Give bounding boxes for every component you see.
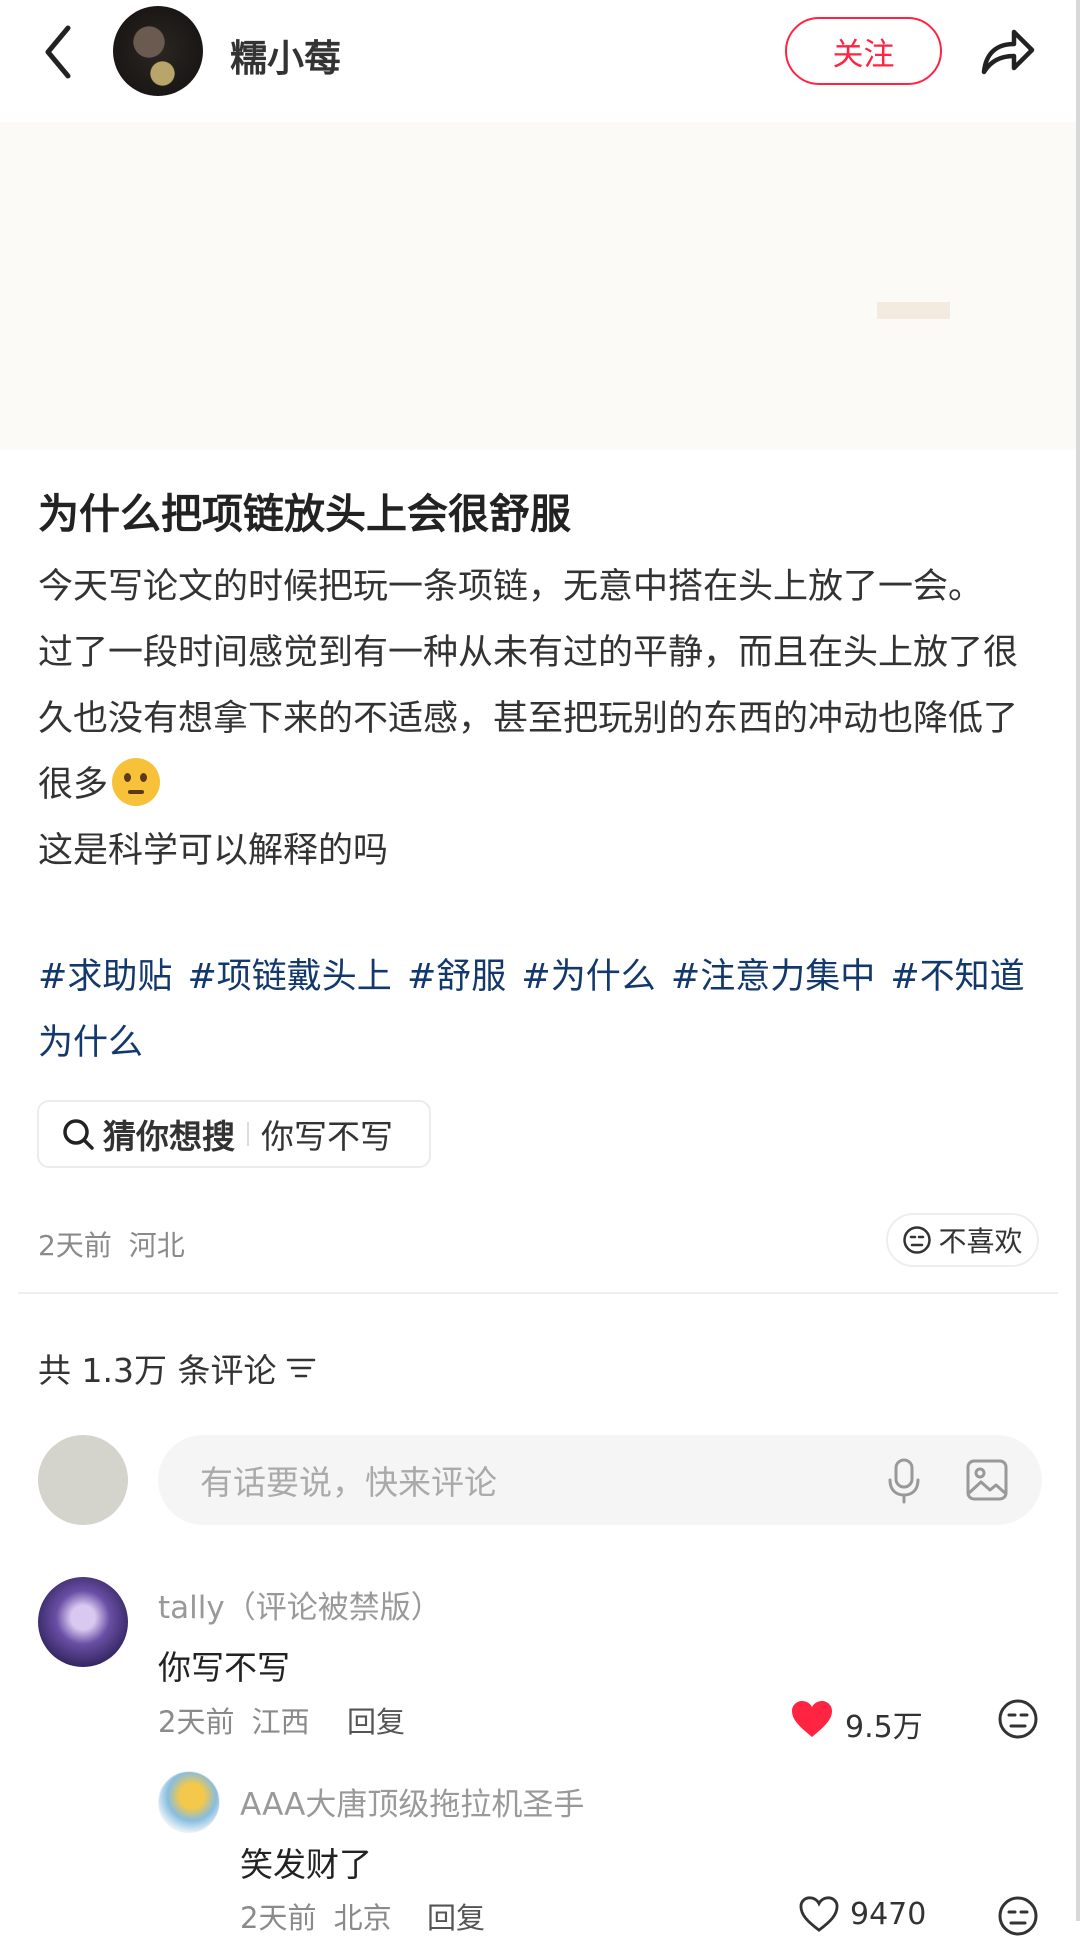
post-time: 2天前 — [38, 1229, 112, 1262]
hashtag[interactable]: #舒服 — [407, 957, 506, 997]
comment-count[interactable]: 共 1.3万 条评论 — [38, 1344, 316, 1392]
post-body: 今天写论文的时候把玩一条项链，无意中搭在头上放了一会。 过了一段时间感觉到有一种… — [38, 554, 1048, 884]
reply-button[interactable]: 回复 — [427, 1895, 485, 1937]
scrollbar[interactable] — [1076, 0, 1080, 1921]
author-name[interactable]: 糯小莓 — [230, 28, 341, 82]
image-icon[interactable] — [966, 1459, 1008, 1501]
comment-location: 江西 — [251, 1705, 310, 1739]
post-image[interactable] — [0, 122, 1076, 450]
reply-button[interactable]: 回复 — [347, 1699, 405, 1741]
dislike-label: 不喜欢 — [938, 1225, 1023, 1258]
dislike-face-icon — [903, 1226, 932, 1254]
post-location: 河北 — [128, 1229, 185, 1262]
hashtag[interactable]: #求助贴 — [38, 957, 172, 997]
hashtag[interactable]: #项链戴头上 — [187, 957, 391, 997]
comment-count-label: 共 1.3万 条评论 — [38, 1351, 277, 1390]
filter-icon — [287, 1358, 316, 1378]
chip-divider — [247, 1122, 249, 1146]
mic-icon[interactable] — [886, 1458, 922, 1504]
divider — [18, 1292, 1058, 1294]
back-icon[interactable] — [38, 22, 82, 82]
top-bar: 糯小莓 关注 — [0, 0, 1080, 120]
related-search-chip[interactable]: 猜你想搜 你写不写 — [37, 1100, 431, 1168]
heart-icon[interactable] — [790, 1699, 834, 1739]
post-paragraph: 这是科学可以解释的吗 — [38, 831, 389, 871]
post-paragraph: 过了一段时间感觉到有一种从未有过的平静，而且在头上放了很久也没有想拿下来的不适感… — [38, 633, 1019, 806]
follow-button[interactable]: 关注 — [785, 17, 942, 85]
like-count: 9470 — [850, 1897, 927, 1932]
hashtag[interactable]: #为什么 — [521, 957, 655, 997]
commenter-avatar[interactable] — [38, 1577, 128, 1667]
comment-text: 笑发财了 — [240, 1845, 372, 1884]
share-icon[interactable] — [978, 22, 1036, 78]
hashtag[interactable]: #注意力集中 — [671, 957, 875, 997]
comment-time: 2天前 — [240, 1901, 317, 1935]
post-meta: 2天前 河北 — [38, 1224, 185, 1264]
comment-location: 北京 — [333, 1901, 392, 1935]
author-avatar[interactable] — [113, 6, 203, 96]
search-chip-query: 你写不写 — [261, 1117, 393, 1156]
face-icon[interactable] — [997, 1895, 1039, 1937]
heart-icon[interactable] — [798, 1895, 840, 1933]
commenter-name[interactable]: AAA大唐顶级拖拉机圣手 — [240, 1779, 584, 1824]
search-chip-label: 猜你想搜 — [103, 1117, 235, 1156]
dislike-button[interactable]: 不喜欢 — [886, 1213, 1039, 1267]
image-mark — [877, 302, 950, 319]
my-avatar — [38, 1435, 128, 1525]
commenter-avatar[interactable] — [158, 1771, 220, 1833]
post-paragraph: 今天写论文的时候把玩一条项链，无意中搭在头上放了一会。 — [38, 567, 984, 607]
comment-meta: 2天前 江西 — [158, 1699, 310, 1741]
like-count: 9.5万 — [845, 1710, 923, 1745]
comment-meta: 2天前 北京 — [240, 1895, 392, 1937]
search-icon — [63, 1119, 94, 1150]
commenter-name[interactable]: tally（评论被禁版） — [158, 1582, 442, 1627]
comment-time: 2天前 — [158, 1705, 235, 1739]
hashtag-list: #求助贴 #项链戴头上 #舒服 #为什么 #注意力集中 #不知道为什么 — [38, 944, 1048, 1076]
post-title: 为什么把项链放头上会很舒服 — [38, 490, 571, 538]
comment-text: 你写不写 — [158, 1648, 290, 1687]
thinking-emoji-icon — [112, 758, 161, 806]
face-icon[interactable] — [997, 1698, 1039, 1740]
